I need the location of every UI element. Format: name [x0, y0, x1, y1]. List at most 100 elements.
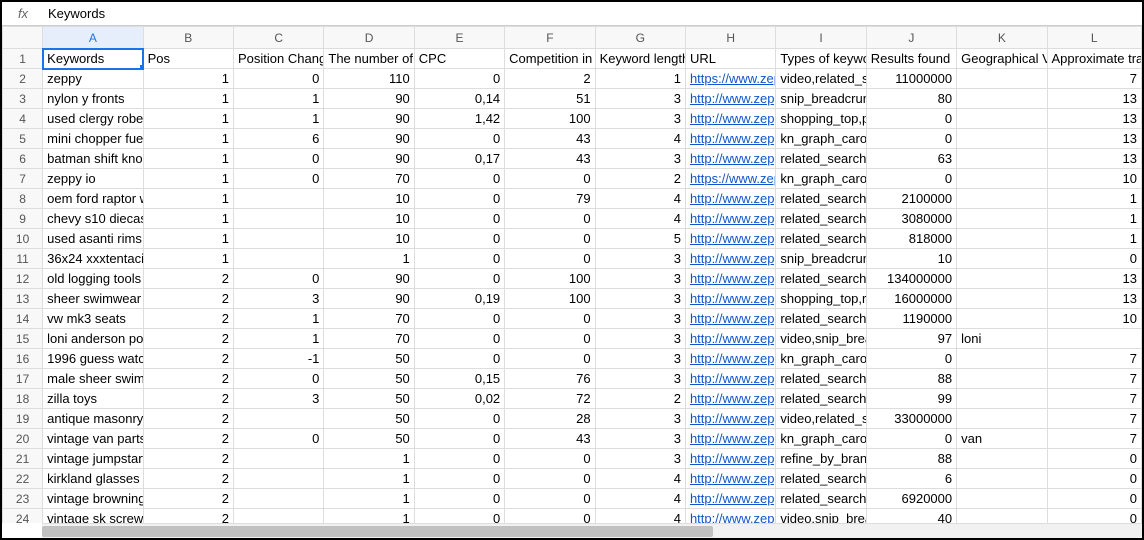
- cell-L13[interactable]: 13: [1047, 289, 1141, 309]
- cell-D7[interactable]: 70: [324, 169, 414, 189]
- cell-J2[interactable]: 11000000: [866, 69, 956, 89]
- cell-A14[interactable]: vw mk3 seats: [43, 309, 143, 329]
- cell-H18[interactable]: http://www.zeppy: [685, 389, 775, 409]
- cell-F4[interactable]: 100: [505, 109, 595, 129]
- row-header-6[interactable]: 6: [3, 149, 43, 169]
- cell-A8[interactable]: oem ford raptor wheels: [43, 189, 143, 209]
- cell-A2[interactable]: zeppy: [43, 69, 143, 89]
- cell-I2[interactable]: video,related_search: [776, 69, 866, 89]
- column-header-H[interactable]: H: [685, 27, 775, 49]
- cell-E1[interactable]: CPC: [414, 49, 504, 69]
- column-header-B[interactable]: B: [143, 27, 233, 49]
- cell-F12[interactable]: 100: [505, 269, 595, 289]
- cell-D11[interactable]: 1: [324, 249, 414, 269]
- cell-J24[interactable]: 40: [866, 509, 956, 524]
- cell-J4[interactable]: 0: [866, 109, 956, 129]
- cell-C7[interactable]: 0: [234, 169, 324, 189]
- row-header-16[interactable]: 16: [3, 349, 43, 369]
- cell-H11[interactable]: http://www.zeppy: [685, 249, 775, 269]
- cell-J6[interactable]: 63: [866, 149, 956, 169]
- cell-D17[interactable]: 50: [324, 369, 414, 389]
- cell-B18[interactable]: 2: [143, 389, 233, 409]
- cell-D22[interactable]: 1: [324, 469, 414, 489]
- cell-E7[interactable]: 0: [414, 169, 504, 189]
- row-header-14[interactable]: 14: [3, 309, 43, 329]
- cell-F20[interactable]: 43: [505, 429, 595, 449]
- cell-A16[interactable]: 1996 guess watch: [43, 349, 143, 369]
- cell-L23[interactable]: 0: [1047, 489, 1141, 509]
- cell-J12[interactable]: 134000000: [866, 269, 956, 289]
- cell-A17[interactable]: male sheer swim: [43, 369, 143, 389]
- cell-K20[interactable]: van: [957, 429, 1047, 449]
- cell-G24[interactable]: 4: [595, 509, 685, 524]
- cell-C13[interactable]: 3: [234, 289, 324, 309]
- cell-I9[interactable]: related_search,video: [776, 209, 866, 229]
- cell-F15[interactable]: 0: [505, 329, 595, 349]
- cell-E23[interactable]: 0: [414, 489, 504, 509]
- cell-I5[interactable]: kn_graph_carousel: [776, 129, 866, 149]
- cell-B10[interactable]: 1: [143, 229, 233, 249]
- cell-E2[interactable]: 0: [414, 69, 504, 89]
- column-header-J[interactable]: J: [866, 27, 956, 49]
- cell-F23[interactable]: 0: [505, 489, 595, 509]
- cell-J22[interactable]: 6: [866, 469, 956, 489]
- cell-A11[interactable]: 36x24 xxxtentacion: [43, 249, 143, 269]
- cell-K19[interactable]: [957, 409, 1047, 429]
- cell-I23[interactable]: related_search,rel: [776, 489, 866, 509]
- cell-I3[interactable]: snip_breadcrumb: [776, 89, 866, 109]
- cell-F2[interactable]: 2: [505, 69, 595, 89]
- cell-A22[interactable]: kirkland glasses: [43, 469, 143, 489]
- cell-B17[interactable]: 2: [143, 369, 233, 389]
- row-header-9[interactable]: 9: [3, 209, 43, 229]
- cell-K9[interactable]: [957, 209, 1047, 229]
- cell-K6[interactable]: [957, 149, 1047, 169]
- column-header-D[interactable]: D: [324, 27, 414, 49]
- cell-F3[interactable]: 51: [505, 89, 595, 109]
- row-header-4[interactable]: 4: [3, 109, 43, 129]
- cell-L11[interactable]: 0: [1047, 249, 1141, 269]
- cell-I1[interactable]: Types of keywords: [776, 49, 866, 69]
- column-header-K[interactable]: K: [957, 27, 1047, 49]
- cell-C9[interactable]: [234, 209, 324, 229]
- cell-L8[interactable]: 1: [1047, 189, 1141, 209]
- cell-K21[interactable]: [957, 449, 1047, 469]
- cell-J18[interactable]: 99: [866, 389, 956, 409]
- cell-J10[interactable]: 818000: [866, 229, 956, 249]
- cell-D6[interactable]: 90: [324, 149, 414, 169]
- cell-G6[interactable]: 3: [595, 149, 685, 169]
- cell-G22[interactable]: 4: [595, 469, 685, 489]
- cell-A5[interactable]: mini chopper fuel: [43, 129, 143, 149]
- row-header-23[interactable]: 23: [3, 489, 43, 509]
- row-header-22[interactable]: 22: [3, 469, 43, 489]
- cell-L24[interactable]: 0: [1047, 509, 1141, 524]
- row-header-13[interactable]: 13: [3, 289, 43, 309]
- cell-F10[interactable]: 0: [505, 229, 595, 249]
- cell-K11[interactable]: [957, 249, 1047, 269]
- cell-K23[interactable]: [957, 489, 1047, 509]
- cell-G9[interactable]: 4: [595, 209, 685, 229]
- cell-B3[interactable]: 1: [143, 89, 233, 109]
- cell-I19[interactable]: video,related_search: [776, 409, 866, 429]
- cell-J9[interactable]: 3080000: [866, 209, 956, 229]
- cell-I16[interactable]: kn_graph_carousel: [776, 349, 866, 369]
- cell-L12[interactable]: 13: [1047, 269, 1141, 289]
- cell-B13[interactable]: 2: [143, 289, 233, 309]
- cell-H15[interactable]: http://www.zeppy: [685, 329, 775, 349]
- cell-B15[interactable]: 2: [143, 329, 233, 349]
- cell-C24[interactable]: [234, 509, 324, 524]
- cell-B21[interactable]: 2: [143, 449, 233, 469]
- spreadsheet-grid[interactable]: ABCDEFGHIJKL 1KeywordsPosPosition Change…: [2, 26, 1142, 523]
- cell-B4[interactable]: 1: [143, 109, 233, 129]
- cell-E24[interactable]: 0: [414, 509, 504, 524]
- row-header-20[interactable]: 20: [3, 429, 43, 449]
- cell-L22[interactable]: 0: [1047, 469, 1141, 489]
- horizontal-scrollbar[interactable]: [42, 523, 1142, 538]
- cell-L14[interactable]: 10: [1047, 309, 1141, 329]
- cell-F6[interactable]: 43: [505, 149, 595, 169]
- column-header-E[interactable]: E: [414, 27, 504, 49]
- cell-A19[interactable]: antique masonry: [43, 409, 143, 429]
- cell-F8[interactable]: 79: [505, 189, 595, 209]
- cell-I21[interactable]: refine_by_brand: [776, 449, 866, 469]
- row-header-11[interactable]: 11: [3, 249, 43, 269]
- cell-G10[interactable]: 5: [595, 229, 685, 249]
